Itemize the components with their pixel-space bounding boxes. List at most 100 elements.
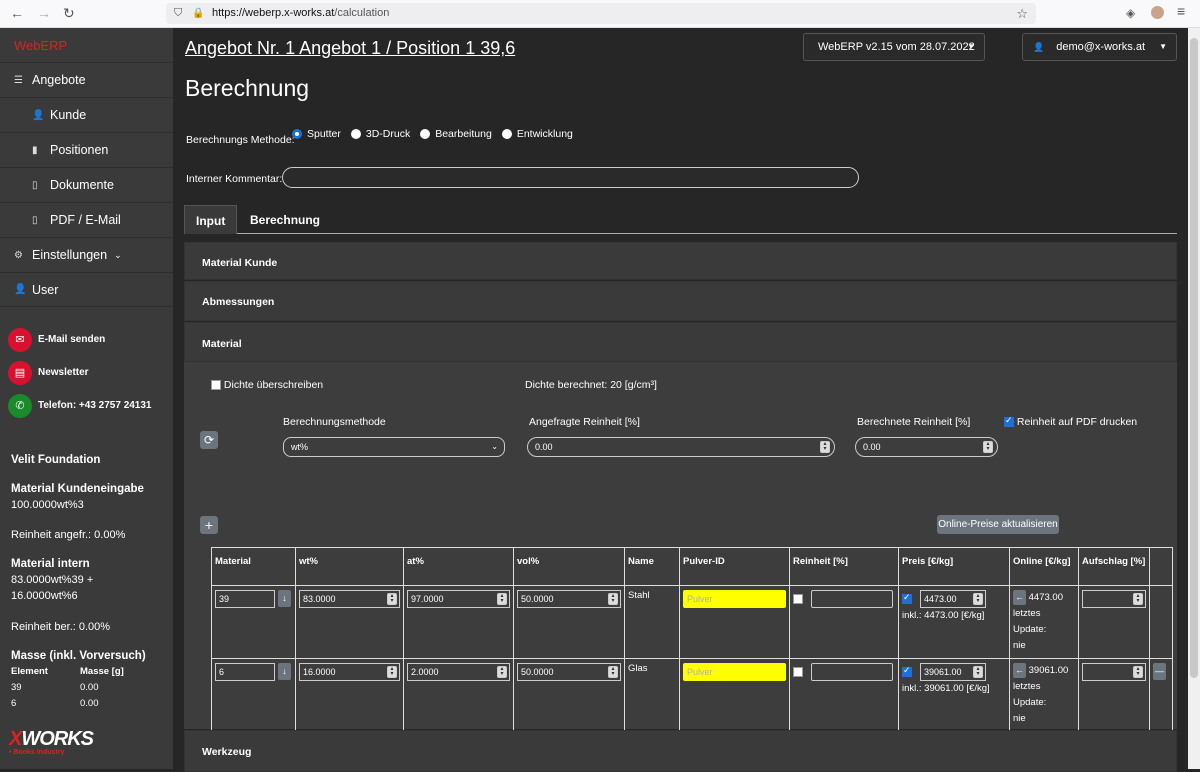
panel-material-kunde[interactable]: Material Kunde <box>184 242 1177 280</box>
cell-preis: 39061.00 ▴▾ inkl.: 39061.00 [€/kg] <box>898 658 1010 732</box>
pdf-reinheit[interactable]: Reinheit auf PDF drucken <box>1004 415 1137 428</box>
profile-avatar[interactable] <box>1151 6 1164 19</box>
spinner-icon[interactable]: ▴ ▾ <box>387 593 397 605</box>
pocket-icon[interactable]: ◈ <box>1126 6 1135 20</box>
angefragte-input[interactable]: 0.00 ▴ ▾ <box>527 437 835 457</box>
wt-value: 16.0000 <box>303 667 336 677</box>
spinner-icon[interactable]: ▴ ▾ <box>983 441 993 453</box>
tab-input[interactable]: Input <box>184 205 238 234</box>
mk-value: 100.0000wt%3 <box>11 499 84 511</box>
caret-down-icon: ▼ <box>967 42 975 51</box>
info-masse: Masse (inkl. Vorversuch) Element Masse [g… <box>11 648 171 712</box>
berechnete-input[interactable]: 0.00 ▴ ▾ <box>855 437 998 457</box>
at-input[interactable]: 97.0000 ▴ ▾ <box>407 590 510 608</box>
add-material-button[interactable]: + <box>200 516 218 534</box>
spinner-icon[interactable]: ▴ ▾ <box>608 593 618 605</box>
spinner-icon[interactable]: ▴ ▾ <box>1133 593 1143 605</box>
reinheit-checkbox[interactable] <box>793 594 803 604</box>
tab-berechnung[interactable]: Berechnung <box>239 205 331 234</box>
arrow-down-icon[interactable]: ↓ <box>278 663 291 680</box>
email-link[interactable]: ✉ E-Mail senden <box>0 323 173 356</box>
newsletter-link[interactable]: ▤ Newsletter <box>0 356 173 389</box>
spinner-icon[interactable]: ▴ ▾ <box>387 666 397 678</box>
reinheit-input[interactable] <box>811 663 893 681</box>
arrow-left-icon[interactable]: ← <box>1013 663 1026 678</box>
arrow-down-icon[interactable]: ↓ <box>278 590 291 607</box>
aufschlag-input[interactable]: ▴ ▾ <box>1082 663 1146 681</box>
spinner-icon[interactable]: ▴ ▾ <box>820 441 830 453</box>
forward-icon[interactable]: → <box>37 5 51 21</box>
sidebar-item-kunde[interactable]: 👤 Kunde <box>0 97 173 132</box>
spinner-icon[interactable]: ▴ ▾ <box>608 666 618 678</box>
preis-checkbox[interactable] <box>902 665 912 677</box>
brand-logo[interactable]: WebERP <box>0 28 173 62</box>
vol-input[interactable]: 50.0000 ▴ ▾ <box>517 663 621 681</box>
page-header-title[interactable]: Angebot Nr. 1 Angebot 1 / Position 1 39,… <box>185 38 515 59</box>
dichte-checkbox[interactable] <box>211 380 221 391</box>
online-prices-button[interactable]: Online-Preise aktualisieren <box>937 515 1059 534</box>
wt-input[interactable]: 16.0000 ▴ ▾ <box>299 663 400 681</box>
phone-link[interactable]: ✆ Telefon: +43 2757 24131 <box>0 389 173 422</box>
spinner-icon[interactable]: ▴ ▾ <box>1133 666 1143 678</box>
th-aufschlag: Aufschlag [%] <box>1078 547 1150 586</box>
remove-row-button[interactable]: — <box>1153 663 1166 680</box>
masse-value: 0.00 <box>80 698 99 709</box>
radio-sputter[interactable]: Sputter <box>292 128 341 140</box>
radio-3d-druck[interactable]: 3D-Druck <box>350 128 410 140</box>
sidebar-item-angebote[interactable]: ☰ Angebote <box>0 62 173 97</box>
online-value: 4473.00 <box>1028 592 1063 603</box>
sidebar-item-einstellungen[interactable]: ⚙ Einstellungen ⌄ <box>0 237 173 272</box>
vol-input[interactable]: 50.0000 ▴ ▾ <box>517 590 621 608</box>
sidebar-item-dokumente[interactable]: ▯ Dokumente <box>0 167 173 202</box>
reinheit-input[interactable] <box>811 590 893 608</box>
th-at: at% <box>403 547 514 586</box>
star-icon[interactable]: ☆ <box>1016 3 1028 24</box>
material-input[interactable]: 6 <box>215 663 275 681</box>
methode-radio-group: Sputter 3D-Druck Bearbeitung Entwicklung <box>292 128 583 140</box>
back-icon[interactable]: ← <box>10 5 24 21</box>
reload-icon[interactable]: ↻ <box>63 5 75 22</box>
url-path: /calculation <box>334 7 390 19</box>
spinner-icon[interactable]: ▴ ▾ <box>973 666 983 678</box>
material-panel-body: Dichte überschreiben Dichte berechnet: 2… <box>184 362 1177 732</box>
panel-werkzeug[interactable]: Werkzeug <box>184 730 1177 772</box>
berechnungsmethode-select[interactable]: wt% ⌄ <box>283 437 505 457</box>
preis-checkbox[interactable] <box>902 592 912 604</box>
radio-bearbeitung[interactable]: Bearbeitung <box>420 128 492 140</box>
wt-input[interactable]: 83.0000 ▴ ▾ <box>299 590 400 608</box>
aufschlag-input[interactable]: ▴ ▾ <box>1082 590 1146 608</box>
dichte-override[interactable]: Dichte überschreiben <box>211 379 323 391</box>
preis-input[interactable]: 39061.00 ▴ ▾ <box>920 663 986 681</box>
reinheit-checkbox[interactable] <box>793 667 803 677</box>
cell-at: 2.0000 ▴ ▾ <box>403 658 514 732</box>
material-input[interactable]: 39 <box>215 590 275 608</box>
spinner-icon[interactable]: ▴ ▾ <box>497 666 507 678</box>
version-dropdown[interactable]: WebERP v2.15 vom 28.07.2022 ▼ <box>803 33 985 61</box>
menu-icon[interactable]: ≡ <box>1177 3 1185 19</box>
scrollbar[interactable] <box>1188 28 1200 769</box>
arrow-left-icon[interactable]: ← <box>1013 590 1026 605</box>
user-dropdown[interactable]: 👤 demo@x-works.at ▼ <box>1022 33 1177 61</box>
kommentar-input[interactable] <box>282 167 859 188</box>
pdf-checkbox[interactable] <box>1004 415 1014 428</box>
panel-material[interactable]: Material <box>184 322 1177 362</box>
address-bar[interactable]: ⛉ 🔒 https://weberp.x-works.at/calculatio… <box>166 3 1036 24</box>
panel-abmessungen[interactable]: Abmessungen <box>184 281 1177 321</box>
berechnete-value: 0.00 <box>863 442 881 452</box>
preis-input[interactable]: 4473.00 ▴ ▾ <box>920 590 986 608</box>
pulver-input[interactable]: Pulver <box>683 590 786 608</box>
th-vol: vol% <box>513 547 625 586</box>
refresh-button[interactable]: ⟳ <box>200 431 218 449</box>
spinner-icon[interactable]: ▴ ▾ <box>497 593 507 605</box>
angefragte-label: Angefragte Reinheit [%] <box>529 416 640 428</box>
spinner-icon[interactable]: ▴ ▾ <box>973 593 983 605</box>
sidebar-item-positionen[interactable]: ▮ Positionen <box>0 132 173 167</box>
pulver-input[interactable]: Pulver <box>683 663 786 681</box>
sidebar-item-pdf-email[interactable]: ▯ PDF / E-Mail <box>0 202 173 237</box>
sidebar-item-user[interactable]: 👤 User <box>0 272 173 307</box>
scrollbar-thumb[interactable] <box>1190 38 1198 678</box>
cell-online: ← 39061.00 letztes Update: nie <box>1009 658 1079 732</box>
online-letztes: letztes <box>1013 681 1041 692</box>
radio-entwicklung[interactable]: Entwicklung <box>501 128 573 140</box>
at-input[interactable]: 2.0000 ▴ ▾ <box>407 663 510 681</box>
